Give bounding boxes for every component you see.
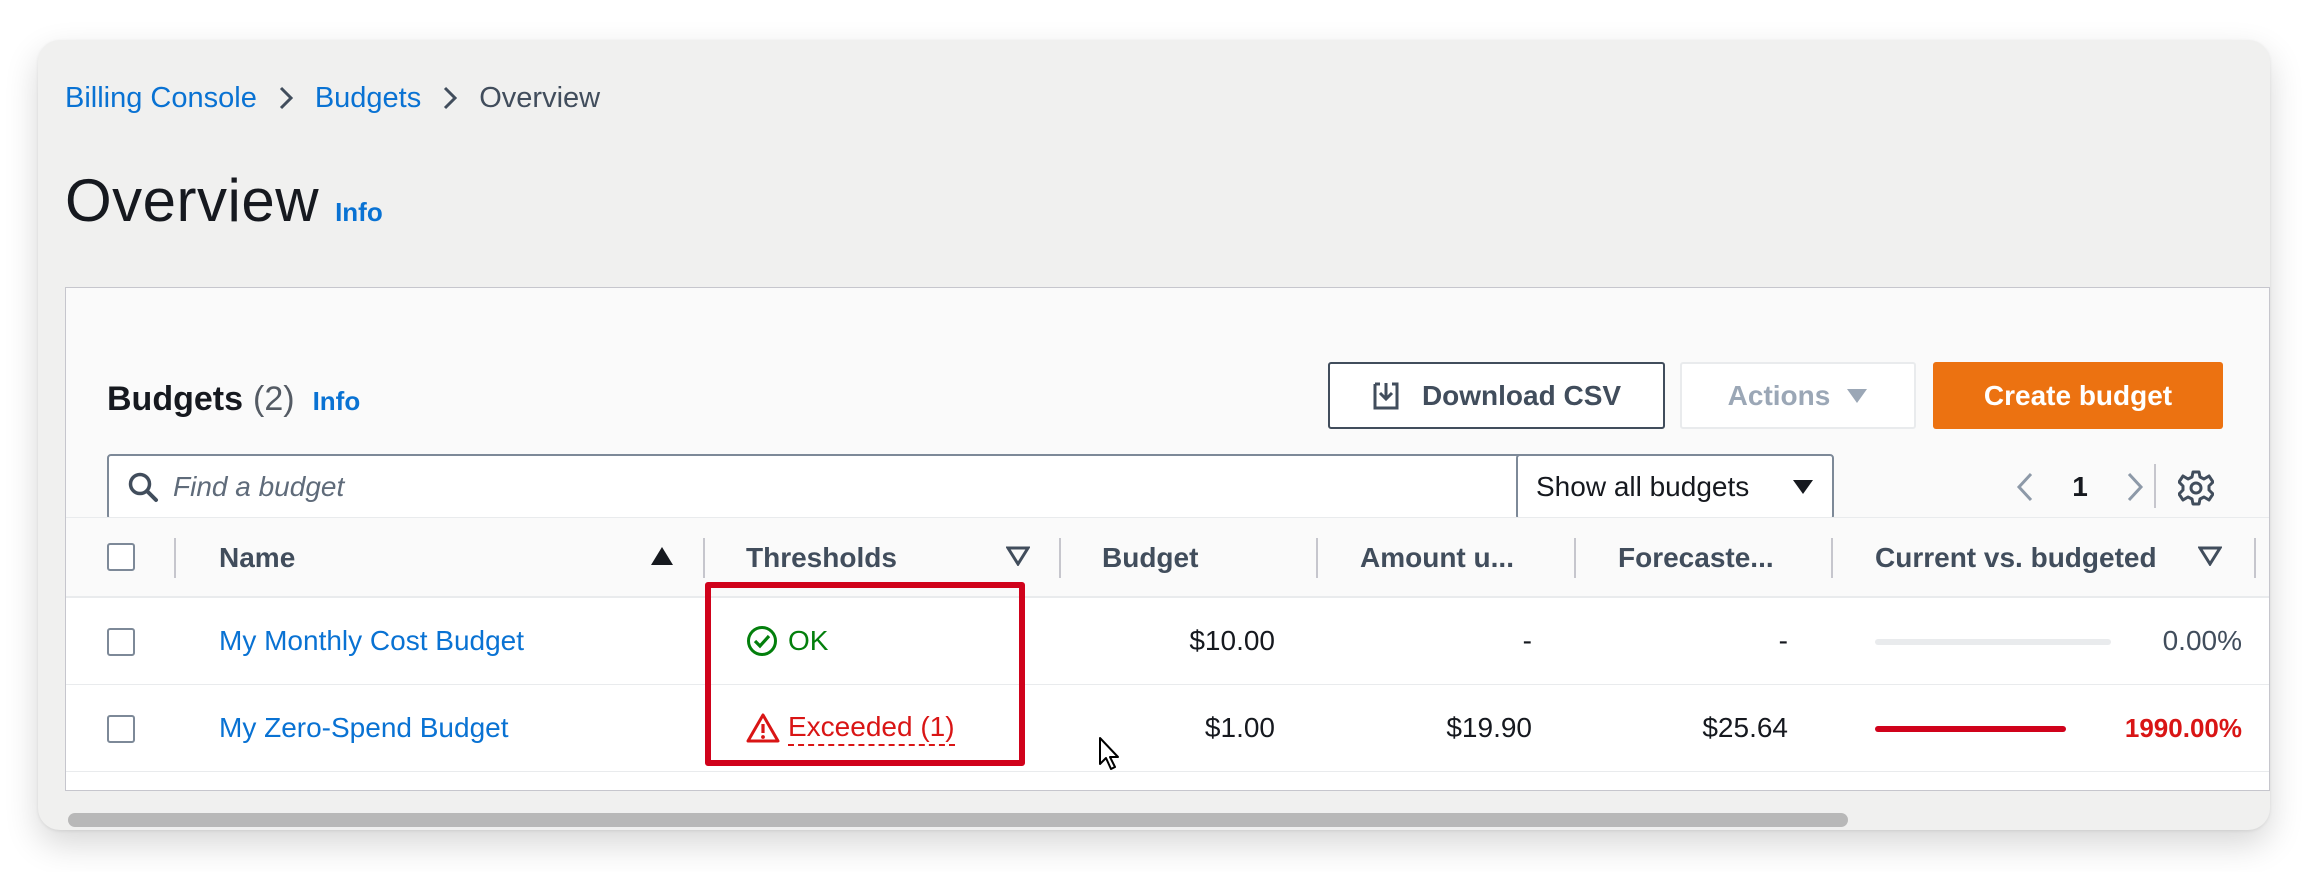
panel-info-link[interactable]: Info [313, 386, 361, 417]
panel-title: Budgets (2) Info [107, 380, 360, 419]
chevron-right-icon [421, 78, 479, 118]
search-input[interactable] [173, 471, 1473, 503]
next-page-icon[interactable] [2111, 463, 2159, 511]
column-header-current-vs-budgeted[interactable]: Current vs. budgeted [1875, 518, 2157, 597]
column-header-budget[interactable]: Budget [1102, 518, 1198, 597]
chevron-right-icon [257, 78, 315, 118]
percent-label: 0.00% [2162, 625, 2242, 656]
page-title: Overview [65, 167, 320, 234]
current-page-number[interactable]: 1 [2049, 471, 2111, 503]
budget-amount: $1.00 [1204, 712, 1275, 743]
mouse-cursor-icon [1098, 736, 1122, 772]
column-header-amount-used[interactable]: Amount u... [1360, 518, 1514, 597]
caret-down-icon [1792, 479, 1814, 495]
breadcrumb-budgets[interactable]: Budgets [315, 82, 421, 115]
panel-title-text: Budgets [107, 380, 243, 418]
download-csv-button[interactable]: Download CSV [1328, 362, 1665, 429]
search-field[interactable] [107, 454, 1534, 520]
amount-used: - [1522, 625, 1532, 656]
breadcrumb-current: Overview [479, 81, 601, 114]
row-checkbox[interactable] [107, 628, 135, 656]
column-divider [1831, 538, 1833, 578]
page-info-link[interactable]: Info [335, 197, 383, 228]
budget-name-link[interactable]: My Zero-Spend Budget [219, 685, 509, 771]
column-divider [703, 538, 705, 578]
horizontal-scrollbar[interactable] [68, 813, 1848, 827]
amount-used: $19.90 [1446, 712, 1532, 743]
sort-icon[interactable] [2198, 546, 2222, 566]
download-icon [1372, 381, 1400, 411]
budget-amount: $10.00 [1189, 625, 1275, 656]
actions-dropdown-button[interactable]: Actions [1680, 362, 1916, 429]
budget-filter-value: Show all budgets [1536, 471, 1750, 502]
divider [2154, 464, 2156, 508]
sort-ascending-icon[interactable] [650, 546, 674, 566]
budget-name-link[interactable]: My Monthly Cost Budget [219, 598, 524, 684]
select-all-checkbox[interactable] [107, 543, 135, 571]
progress-fill [1875, 726, 2066, 732]
budget-count: (2) [253, 380, 295, 418]
previous-page-icon[interactable] [2001, 463, 2049, 511]
table-row: My Zero-Spend Budget Exceeded (1) $1.00 … [66, 685, 2269, 772]
percent-label: 1990.00% [2124, 712, 2242, 743]
forecasted-amount: $25.64 [1702, 712, 1788, 743]
download-csv-label: Download CSV [1421, 379, 1622, 411]
highlight-annotation [705, 582, 1025, 766]
budgets-table-panel: Budgets (2) Info Download CSV Actions Cr… [65, 287, 2270, 791]
column-divider [1574, 538, 1576, 578]
caret-down-icon [1846, 388, 1868, 404]
column-header-forecasted[interactable]: Forecaste... [1618, 518, 1774, 597]
breadcrumb: Billing Console Budgets Overview [65, 78, 600, 118]
column-header-name[interactable]: Name [219, 518, 295, 597]
column-divider [1059, 538, 1061, 578]
row-checkbox[interactable] [107, 715, 135, 743]
actions-label: Actions [1727, 379, 1831, 411]
pagination: 1 [2001, 454, 2159, 520]
column-divider [2254, 538, 2256, 578]
progress-bar [1875, 726, 2066, 732]
column-divider [174, 538, 176, 578]
forecasted-amount: - [1778, 625, 1788, 656]
browser-window: Billing Console Budgets Overview Overvie… [38, 40, 2270, 830]
page-header: Overview Info [65, 166, 383, 235]
gear-icon[interactable] [2176, 468, 2216, 508]
progress-bar [1875, 639, 2111, 645]
table-header: Name Thresholds Budget Amount u... Forec… [66, 517, 2269, 598]
sort-icon[interactable] [1006, 546, 1030, 566]
budget-filter-select[interactable]: Show all budgets [1516, 454, 1834, 520]
breadcrumb-billing-console[interactable]: Billing Console [65, 82, 257, 115]
create-budget-button[interactable]: Create budget [1933, 362, 2223, 429]
search-icon [127, 471, 159, 503]
column-divider [1316, 538, 1318, 578]
table-row: My Monthly Cost Budget OK $10.00 - - 0.0… [66, 598, 2269, 685]
